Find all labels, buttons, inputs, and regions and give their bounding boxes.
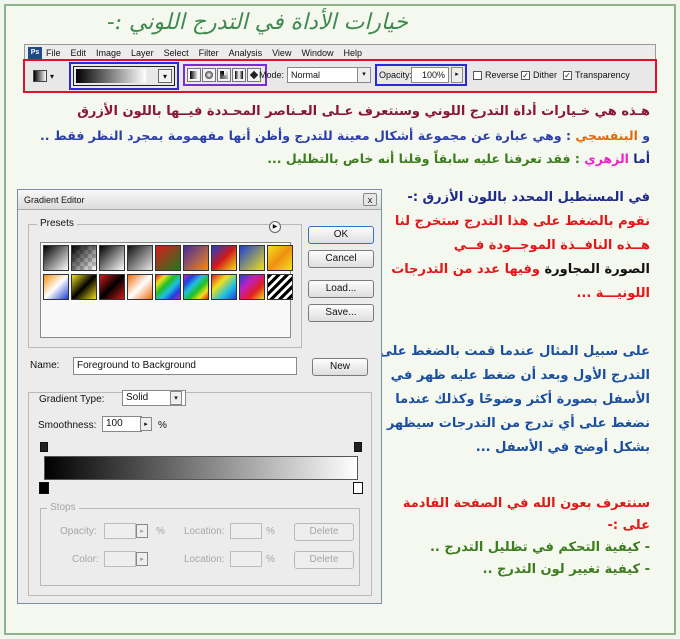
red-highlight: [23, 59, 657, 93]
photoshop-logo: Ps: [28, 46, 42, 59]
stop-opacity-location-label: Location:: [184, 526, 225, 537]
presets-list[interactable]: [40, 242, 293, 338]
preset-swatch[interactable]: [127, 245, 153, 271]
intro-line-2-c: : وهي عبارة عن مجموعة أشكال معينة للتدرج…: [39, 128, 576, 143]
p3-line-3: - كيفية التحكم في تظليل التدرج ..: [429, 540, 650, 555]
stop-color-location-input: [230, 551, 262, 567]
new-button[interactable]: New: [312, 358, 368, 376]
preset-swatch[interactable]: [155, 245, 181, 271]
menu-window[interactable]: Window: [301, 48, 333, 58]
stop-color-swatch: [104, 551, 136, 567]
intro-line-2: و البنفسجي : وهي عبارة عن مجموعة أشكال م…: [40, 128, 650, 143]
stop-opacity-input: [104, 523, 136, 539]
stops-label: Stops: [47, 502, 79, 513]
pink-word: الزهري: [584, 151, 629, 166]
intro-line-2-a: و: [637, 128, 650, 143]
menu-analysis[interactable]: Analysis: [229, 48, 263, 58]
menu-edit[interactable]: Edit: [71, 48, 87, 58]
stop-color-location-label: Location:: [184, 554, 225, 565]
preset-swatch[interactable]: [267, 274, 293, 300]
delete-color-stop-button[interactable]: Delete: [294, 551, 354, 569]
p2-line-3: الأسفل بصورة أكثر وضوحًا وكذلك عندما: [395, 392, 650, 407]
ok-button[interactable]: OK: [308, 226, 374, 244]
close-icon[interactable]: x: [363, 193, 377, 206]
p1-line-2: نقوم بالضغط على هذا التدرج ستخرج لنا: [394, 214, 650, 229]
p2-line-5: بشكل أوضح في الأسفل ...: [475, 440, 650, 455]
p2-line-4: نضغط على أي تدرج من التدرجات سيظهر: [386, 416, 650, 431]
stop-opacity-location-percent: %: [266, 526, 275, 537]
photoshop-toolbar: Ps File Edit Image Layer Select Filter A…: [23, 44, 657, 93]
intro-line-3-c: : فقد تعرفنا عليه سابقاً وقلنا أنه خاص ب…: [267, 151, 585, 166]
stop-opacity-percent: %: [156, 526, 165, 537]
cancel-button[interactable]: Cancel: [308, 250, 374, 268]
p3-line-4: - كيفية تغيير لون التدرج ..: [482, 562, 650, 577]
p3-line-1: سنتعرف بعون الله في الصفحة القادمة: [402, 496, 650, 511]
preset-swatch[interactable]: [211, 245, 237, 271]
chevron-right-icon[interactable]: ▸: [140, 417, 152, 431]
gradient-editor-dialog: Gradient Editor x Presets ▶ OK Cancel Lo…: [17, 189, 382, 604]
p1-line-5: اللونيـــة ...: [576, 286, 650, 301]
p1-line-4: الصورة المجاورة وفيها عدد من التدرجات: [391, 262, 650, 277]
preset-swatch[interactable]: [183, 245, 209, 271]
p1-line-1: في المستطيل المحدد باللون الأزرق :-: [407, 190, 650, 205]
color-stop-left[interactable]: [39, 482, 49, 494]
stops-group: Stops: [40, 502, 360, 586]
preset-swatch[interactable]: [239, 245, 265, 271]
presets-menu-icon[interactable]: ▶: [269, 221, 281, 233]
p1-line-4-a: الصورة المجاورة: [539, 262, 650, 277]
presets-label: Presets: [37, 218, 77, 229]
p1-line-4-b: وفيها عدد من التدرجات: [391, 262, 540, 277]
intro-line-3-a: أما: [628, 151, 650, 166]
menu-filter[interactable]: Filter: [199, 48, 219, 58]
preset-swatch[interactable]: [183, 274, 209, 300]
menu-layer[interactable]: Layer: [131, 48, 154, 58]
menu-image[interactable]: Image: [96, 48, 121, 58]
preset-swatch[interactable]: [211, 274, 237, 300]
preset-swatch[interactable]: [267, 245, 293, 271]
stop-color-label: Color:: [72, 554, 99, 565]
name-label: Name:: [30, 360, 60, 371]
p2-line-1: على سبيل المثال عندما قمت بالضغط على: [379, 344, 650, 359]
gradient-bar[interactable]: [44, 456, 358, 480]
delete-opacity-stop-button[interactable]: Delete: [294, 523, 354, 541]
smoothness-label: Smoothness:: [38, 420, 97, 431]
gradient-type-value: Solid: [126, 392, 149, 403]
chevron-right-icon: ▸: [136, 552, 148, 566]
load-button[interactable]: Load...: [308, 280, 374, 298]
preset-swatch[interactable]: [71, 245, 97, 271]
menu-file[interactable]: File: [46, 48, 61, 58]
page-title: خيارات الأداة في التدرج اللوني :-: [107, 10, 408, 35]
intro-line-1: هـذه هي خـيارات أداة التدرج اللوني وسنتع…: [77, 104, 650, 119]
dialog-title: Gradient Editor: [18, 190, 381, 210]
p1-line-3: هــذه النافــذة الموجــودة فــي: [453, 238, 650, 253]
smoothness-percent: %: [158, 420, 167, 431]
gradient-type-label: Gradient Type:: [36, 394, 108, 405]
preset-swatch[interactable]: [99, 274, 125, 300]
preset-swatch[interactable]: [127, 274, 153, 300]
save-button[interactable]: Save...: [308, 304, 374, 322]
preset-swatch[interactable]: [239, 274, 265, 300]
opacity-stop-left[interactable]: [40, 442, 48, 452]
stop-color-location-percent: %: [266, 554, 275, 565]
opacity-stop-right[interactable]: [354, 442, 362, 452]
color-stop-right[interactable]: [353, 482, 363, 494]
purple-word: البنفسجي: [575, 128, 638, 143]
menu-help[interactable]: Help: [343, 48, 362, 58]
intro-line-3: أما الزهري : فقد تعرفنا عليه سابقاً وقلن…: [267, 151, 650, 166]
preset-swatch[interactable]: [71, 274, 97, 300]
preset-swatch[interactable]: [43, 245, 69, 271]
name-field[interactable]: Foreground to Background: [73, 357, 297, 375]
preset-swatch[interactable]: [99, 245, 125, 271]
menu-select[interactable]: Select: [164, 48, 189, 58]
preset-swatch[interactable]: [155, 274, 181, 300]
preset-swatch[interactable]: [43, 274, 69, 300]
chevron-down-icon[interactable]: ▾: [170, 391, 182, 405]
smoothness-input[interactable]: 100: [102, 416, 142, 432]
p3-line-2: على :-: [607, 518, 650, 533]
menu-view[interactable]: View: [272, 48, 291, 58]
stop-opacity-location-input: [230, 523, 262, 539]
stop-opacity-label: Opacity:: [60, 526, 97, 537]
chevron-right-icon: ▸: [136, 524, 148, 538]
p2-line-2: التدرج الأول وبعد أن ضغط عليه ظهر في: [390, 368, 650, 383]
